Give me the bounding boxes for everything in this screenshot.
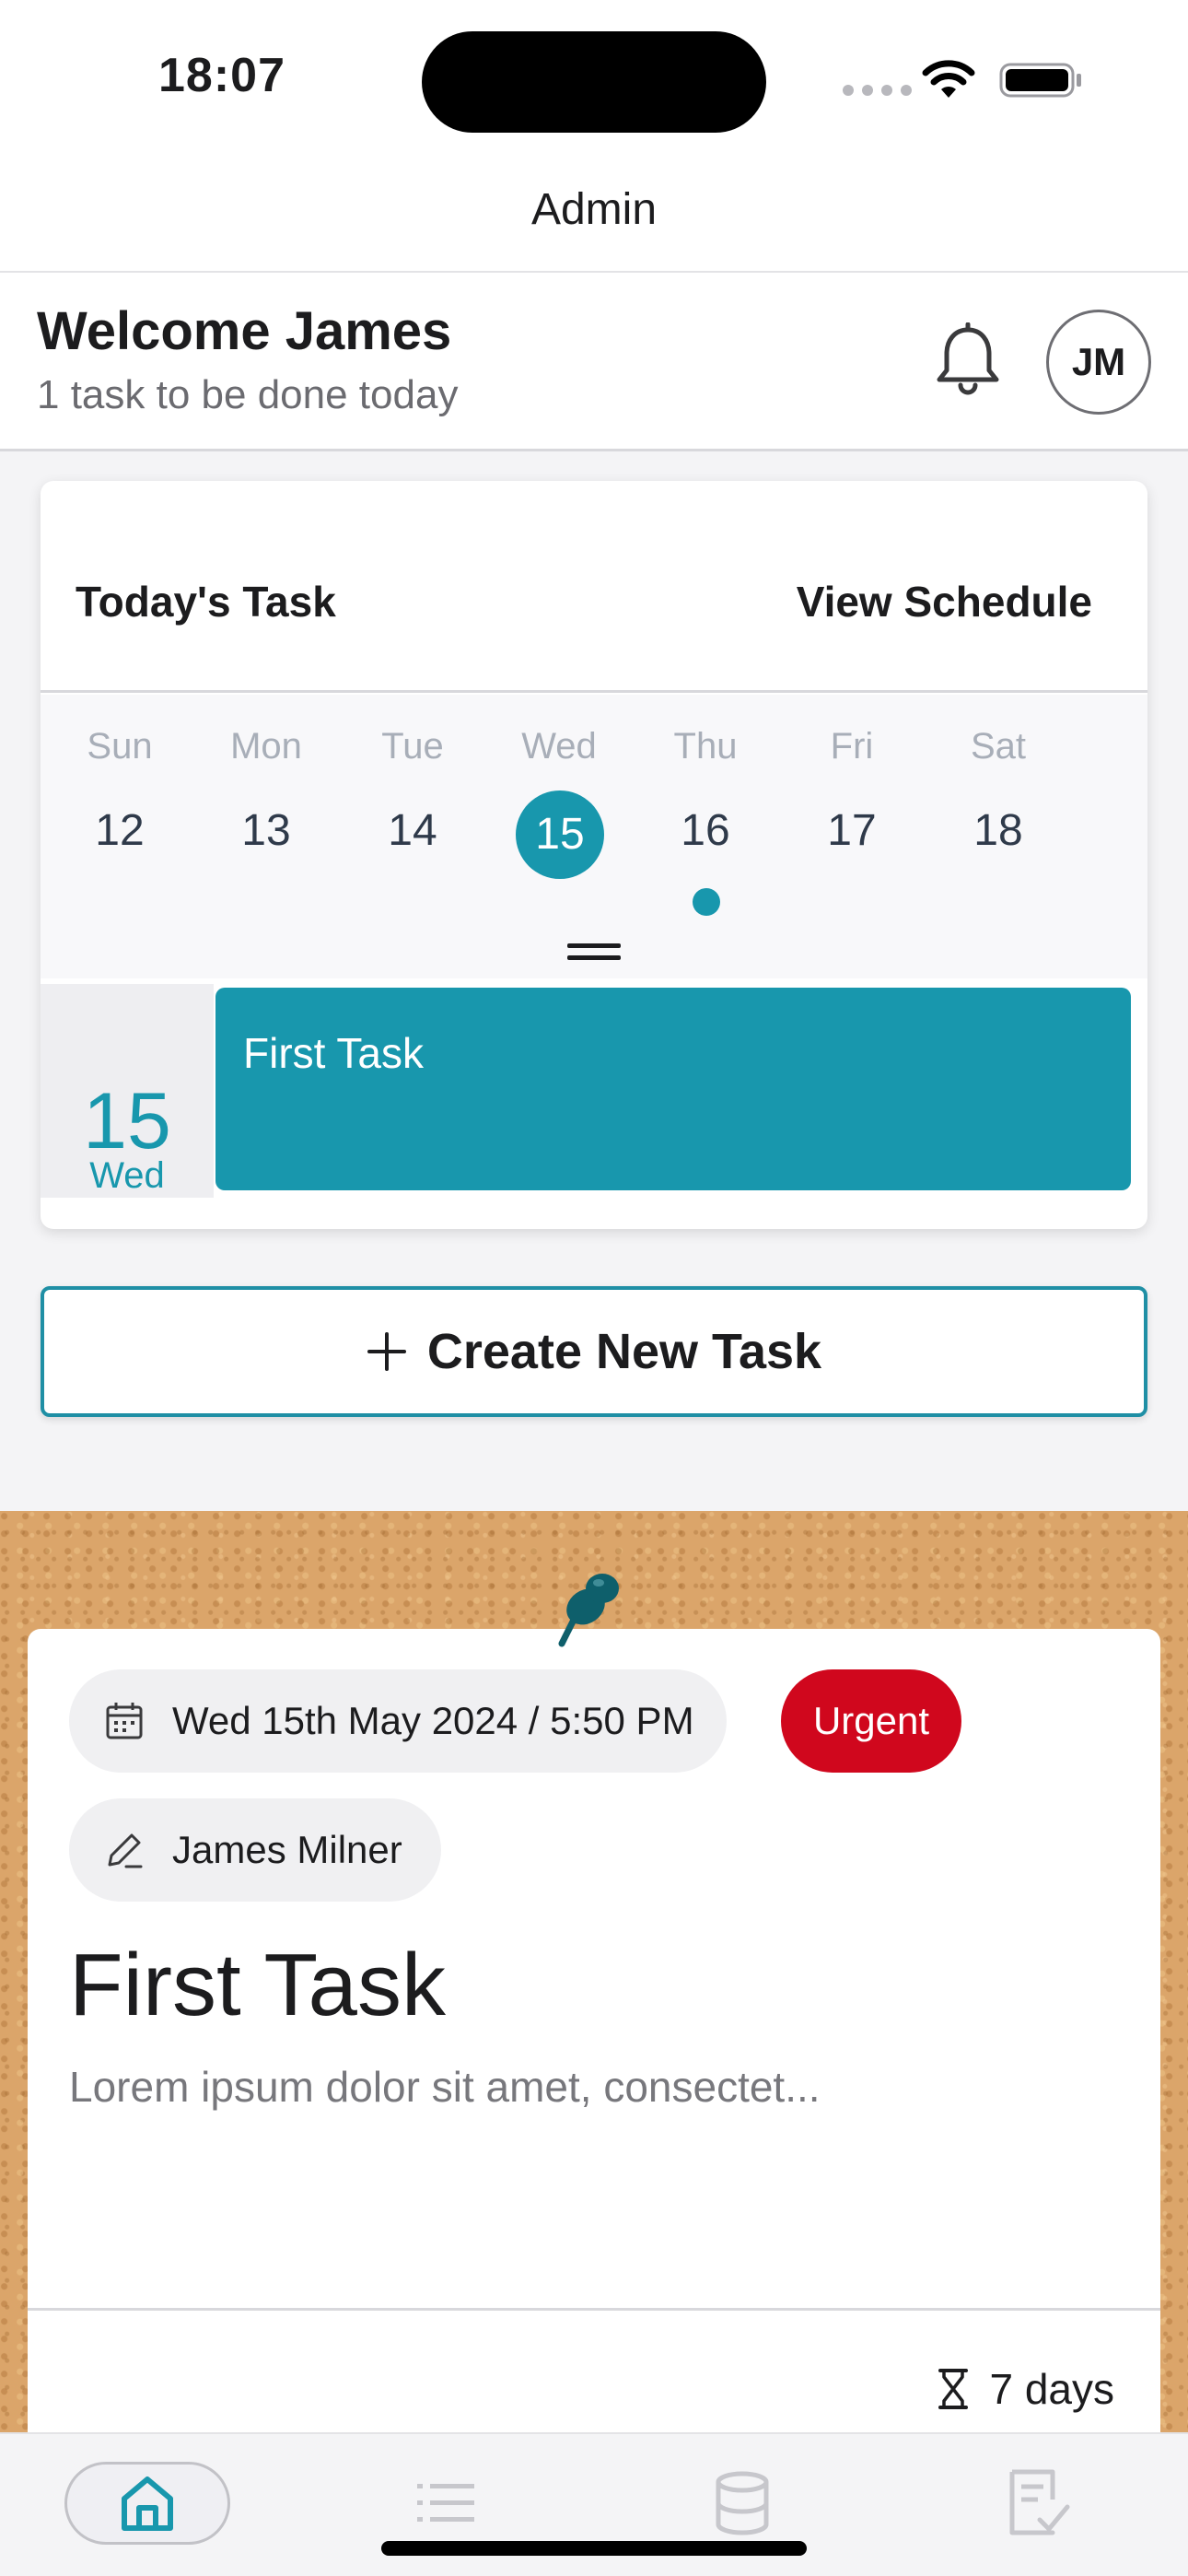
task-description: Lorem ipsum dolor sit amet, consectet... [69, 2063, 821, 2111]
day-number: 17 [827, 806, 877, 855]
day-name: Sun [87, 726, 153, 767]
priority-badge: Urgent [781, 1669, 961, 1773]
status-time: 18:07 [158, 49, 285, 102]
agenda-timeline: 15 Wed First Task [41, 984, 1147, 1198]
card-header: Today's Task View Schedule [41, 481, 1147, 693]
welcome-header: Welcome James 1 task to be done today JM [0, 273, 1188, 451]
drag-handle-icon[interactable] [567, 943, 621, 962]
task-date-chip: Wed 15th May 2024 / 5:50 PM [69, 1669, 727, 1773]
hourglass-icon [938, 2369, 969, 2409]
home-icon [122, 2476, 173, 2531]
week-strip: Sun 12 Mon 13 Tue 14 Wed 15 Thu 16 Fri 1… [41, 695, 1147, 978]
tab-list[interactable] [363, 2462, 529, 2545]
calendar-icon [106, 1703, 143, 1739]
pencil-icon [108, 1833, 143, 1868]
day-name: Wed [521, 726, 597, 767]
agenda-weekday: Wed [89, 1155, 165, 1196]
task-dot-indicator [693, 888, 720, 916]
push-pin-icon [558, 1574, 619, 1647]
task-title: First Task [69, 1936, 446, 2034]
dynamic-island [422, 31, 766, 133]
welcome-subtitle: 1 task to be done today [37, 372, 459, 417]
task-author-chip: James Milner [69, 1798, 441, 1902]
wifi-icon [922, 60, 975, 98]
tab-completed[interactable] [956, 2462, 1122, 2545]
list-icon [417, 2484, 474, 2522]
plus-icon [367, 1332, 406, 1371]
avatar[interactable]: JM [1046, 310, 1151, 415]
day-name: Sat [970, 726, 1027, 767]
task-duration: 7 days [938, 2364, 1114, 2414]
todays-task-card: Today's Task View Schedule Sun 12 Mon 13… [41, 481, 1147, 1229]
view-schedule-button[interactable]: View Schedule [797, 577, 1092, 626]
task-author: James Milner [172, 1828, 402, 1871]
tab-database[interactable] [659, 2462, 825, 2545]
day-number: 13 [241, 806, 291, 855]
day-name: Fri [830, 726, 874, 767]
task-duration-text: 7 days [989, 2365, 1114, 2413]
day-number: 14 [388, 806, 437, 855]
cellular-signal-icon [843, 85, 912, 96]
tab-home[interactable] [64, 2462, 230, 2545]
bell-icon[interactable] [932, 322, 1004, 398]
database-icon [716, 2471, 769, 2535]
create-new-task-button[interactable]: Create New Task [41, 1286, 1147, 1417]
day-name: Thu [673, 726, 738, 767]
day-number: 16 [681, 806, 730, 855]
battery-icon [999, 63, 1081, 98]
agenda-event-title: First Task [243, 1029, 424, 1077]
status-bar: 18:07 [0, 0, 1188, 166]
agenda-day-number: 15 [83, 1077, 171, 1165]
create-new-task-label: Create New Task [426, 1324, 822, 1379]
divider [28, 2308, 1160, 2311]
day-number: 18 [973, 806, 1023, 855]
day-name: Tue [381, 726, 444, 767]
selected-day-number: 15 [516, 790, 604, 879]
checklist-icon [1009, 2469, 1070, 2535]
day-number: 12 [95, 806, 145, 855]
agenda-event[interactable]: First Task [215, 988, 1131, 1190]
agenda-date-column: 15 Wed [41, 984, 214, 1198]
home-indicator [381, 2541, 807, 2556]
day-name: Mon [230, 726, 302, 767]
todays-task-label: Today's Task [76, 578, 336, 626]
welcome-title: Welcome James [37, 301, 452, 361]
task-datetime: Wed 15th May 2024 / 5:50 PM [172, 1699, 694, 1742]
page-title: Admin [0, 166, 1188, 273]
